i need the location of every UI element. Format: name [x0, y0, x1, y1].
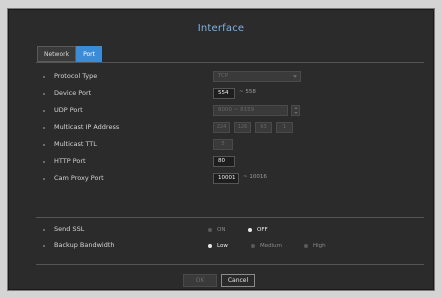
udp-port-input[interactable]: 8000 ~ 8159 [213, 105, 288, 116]
udp-port-label: UDP Port [54, 106, 83, 114]
interface-dialog: Interface Network Port Protocol Type TCP… [7, 8, 435, 291]
cam-proxy-port-range: ~ 10016 [243, 174, 267, 180]
multicast-ip-label: Multicast IP Address [54, 123, 120, 131]
cancel-button[interactable]: Cancel [221, 274, 255, 287]
row-multicast-ttl: Multicast TTL 5 [36, 137, 424, 152]
row-device-port: Device Port 554 ~ 558 [36, 86, 424, 101]
http-port-input[interactable]: 80 [213, 156, 235, 167]
multicast-ttl-input[interactable]: 5 [213, 139, 233, 150]
send-ssl-off-label: OFF [257, 227, 268, 233]
stepper-up-icon [294, 107, 298, 109]
multicast-ip-octet-3[interactable]: 63 [255, 122, 272, 133]
send-ssl-on-radio[interactable]: ON [208, 225, 225, 235]
transfer-settings-panel: Send SSL ON OFF Backup Bandwidth Low Med… [36, 216, 424, 265]
row-http-port: HTTP Port 80 [36, 154, 424, 169]
row-bullet [43, 110, 45, 112]
row-udp-port: UDP Port 8000 ~ 8159 [36, 103, 424, 118]
radio-dot-icon [251, 244, 255, 248]
chevron-down-icon [293, 75, 297, 78]
row-backup-bandwidth: Backup Bandwidth Low Medium High [36, 238, 424, 253]
multicast-ip-octet-1[interactable]: 224 [213, 122, 230, 133]
http-port-label: HTTP Port [54, 157, 86, 165]
row-multicast-ip: Multicast IP Address 224 126 63 1 [36, 120, 424, 135]
send-ssl-off-radio[interactable]: OFF [248, 225, 268, 235]
cam-proxy-port-label: Cam Proxy Port [54, 174, 104, 182]
send-ssl-label: Send SSL [54, 225, 85, 233]
row-bullet [43, 245, 45, 247]
cam-proxy-port-input[interactable]: 10001 [213, 173, 239, 184]
row-bullet [43, 76, 45, 78]
radio-dot-icon [208, 228, 212, 232]
tab-port[interactable]: Port [76, 46, 102, 62]
device-port-input[interactable]: 554 [213, 88, 235, 99]
device-port-range: ~ 558 [239, 89, 256, 95]
stepper-down-icon [294, 112, 298, 114]
protocol-type-value: TCP [218, 73, 229, 79]
row-protocol-type: Protocol Type TCP [36, 69, 424, 84]
send-ssl-on-label: ON [217, 227, 226, 233]
ok-button[interactable]: OK [183, 274, 217, 287]
backup-bandwidth-label: Backup Bandwidth [54, 241, 115, 249]
tab-bar: Network Port [37, 46, 102, 62]
bandwidth-high-radio[interactable]: High [304, 241, 326, 251]
row-bullet [43, 127, 45, 129]
protocol-type-select[interactable]: TCP [213, 71, 301, 82]
bandwidth-low-radio[interactable]: Low [208, 241, 228, 251]
row-bullet [43, 229, 45, 231]
bandwidth-medium-label: Medium [260, 243, 282, 249]
row-bullet [43, 144, 45, 146]
multicast-ip-octet-4[interactable]: 1 [276, 122, 293, 133]
radio-dot-icon [304, 244, 308, 248]
radio-dot-icon [248, 228, 252, 232]
row-send-ssl: Send SSL ON OFF [36, 222, 424, 237]
device-port-label: Device Port [54, 89, 92, 97]
bandwidth-high-label: High [313, 243, 326, 249]
udp-port-stepper[interactable] [291, 105, 300, 116]
dialog-title: Interface [197, 23, 245, 34]
row-bullet [43, 178, 45, 180]
row-cam-proxy-port: Cam Proxy Port 10001 ~ 10016 [36, 171, 424, 186]
multicast-ttl-label: Multicast TTL [54, 140, 97, 148]
tab-network[interactable]: Network [37, 46, 77, 62]
bandwidth-low-label: Low [217, 243, 228, 249]
bandwidth-medium-radio[interactable]: Medium [251, 241, 282, 251]
multicast-ip-octet-2[interactable]: 126 [234, 122, 251, 133]
row-bullet [43, 93, 45, 95]
protocol-type-label: Protocol Type [54, 72, 98, 80]
radio-dot-icon [208, 244, 212, 248]
row-bullet [43, 161, 45, 163]
port-settings-panel: Protocol Type TCP Device Port 554 ~ 558 … [36, 62, 424, 218]
